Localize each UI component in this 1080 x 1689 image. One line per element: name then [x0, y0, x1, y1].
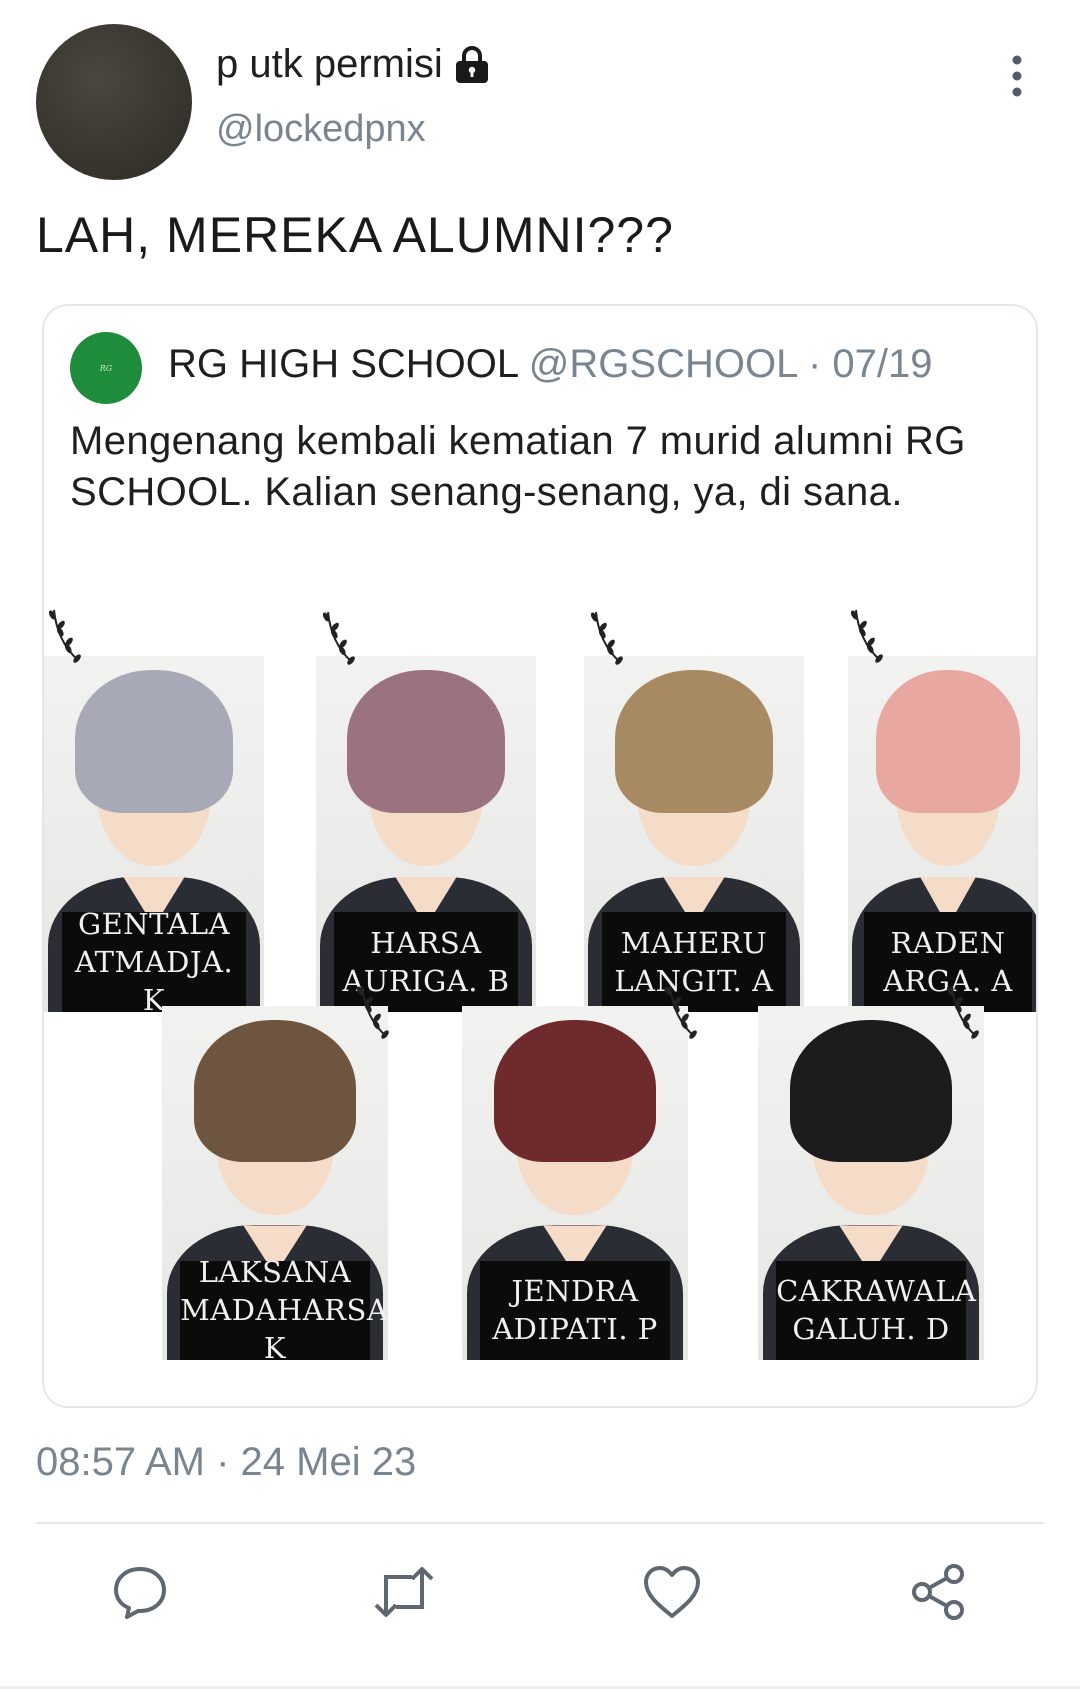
reply-button[interactable] [108, 1560, 172, 1624]
student-name-label: CAKRAWALA GALUH. D [776, 1260, 977, 1360]
retweet-icon [374, 1567, 434, 1617]
share-button[interactable] [906, 1560, 970, 1624]
student-photo-card[interactable]: JENDRA ADIPATI. P [462, 1006, 688, 1360]
laurel-icon [322, 611, 355, 665]
author-display-name-text: p utk permisi [216, 42, 443, 86]
laurel-icon [850, 609, 883, 663]
tweet-text: LAH, MEREKA ALUMNI??? [36, 207, 674, 263]
retweet-button[interactable] [372, 1560, 436, 1624]
student-name-line1: MAHERU [620, 926, 768, 961]
laurel-icon [664, 985, 697, 1039]
laurel-icon [48, 609, 81, 663]
student-name-label: LAKSANA MADAHARSA. K [180, 1255, 388, 1360]
like-icon [644, 1566, 700, 1618]
student-name-line2: GALUH. D [792, 1312, 950, 1347]
quoted-tweet[interactable]: RG RG HIGH SCHOOL @RGSCHOOL · 07/19 Meng… [42, 304, 1038, 1408]
student-name-line1: JENDRA [511, 1274, 639, 1309]
lock-icon [455, 45, 488, 83]
more-vertical-icon[interactable] [1002, 54, 1032, 98]
laurel-icon [356, 985, 389, 1039]
student-name-line2: MADAHARSA. K [180, 1293, 388, 1360]
action-bar [0, 1560, 1080, 1630]
photo-hair [789, 1020, 953, 1162]
photo-hair [876, 670, 1020, 813]
student-photo-card[interactable]: HARSA AURIGA. B [316, 656, 536, 1012]
photo-hair [614, 670, 774, 813]
student-name-line1: GENTALA [77, 907, 231, 942]
student-name-line1: LAKSANA [198, 1255, 352, 1290]
student-photo-card[interactable]: LAKSANA MADAHARSA. K [162, 1006, 388, 1360]
photo-hair [74, 670, 234, 813]
student-name-line2: ADIPATI. P [492, 1312, 658, 1347]
laurel-icon [590, 611, 623, 665]
share-icon [912, 1564, 964, 1620]
student-name-line2: ATMADJA. K [74, 945, 234, 1012]
photo-hair [193, 1020, 357, 1162]
reply-icon [114, 1567, 166, 1619]
student-photo-card[interactable]: GENTALA ATMADJA. K [44, 656, 264, 1012]
student-name-line1: CAKRAWALA [776, 1274, 977, 1309]
student-name-label: GENTALA ATMADJA. K [61, 907, 247, 1012]
student-photo-card[interactable]: RADEN ARGA. A [848, 656, 1036, 1012]
divider [36, 1522, 1044, 1524]
author-handle[interactable]: @lockedpnx [216, 108, 426, 151]
student-name-label: JENDRA ADIPATI. P [480, 1260, 670, 1360]
student-name-line1: HARSA [370, 926, 482, 961]
photo-hair [493, 1020, 657, 1162]
laurel-icon [946, 985, 979, 1039]
student-photo-card[interactable]: MAHERU LANGIT. A [584, 656, 804, 1012]
like-button[interactable] [640, 1560, 704, 1624]
tweet-timestamp: 08:57 AM · 24 Mei 23 [36, 1440, 417, 1484]
photo-hair [346, 670, 506, 813]
student-photo-card[interactable]: CAKRAWALA GALUH. D [758, 1006, 984, 1360]
author-display-name[interactable]: p utk permisi [216, 42, 491, 87]
student-name-line1: RADEN [890, 926, 1006, 961]
author-avatar[interactable] [36, 24, 192, 180]
photo-grid[interactable]: GENTALA ATMADJA. K HARSA AURIGA. B MAHERU LAN… [44, 306, 1036, 1406]
